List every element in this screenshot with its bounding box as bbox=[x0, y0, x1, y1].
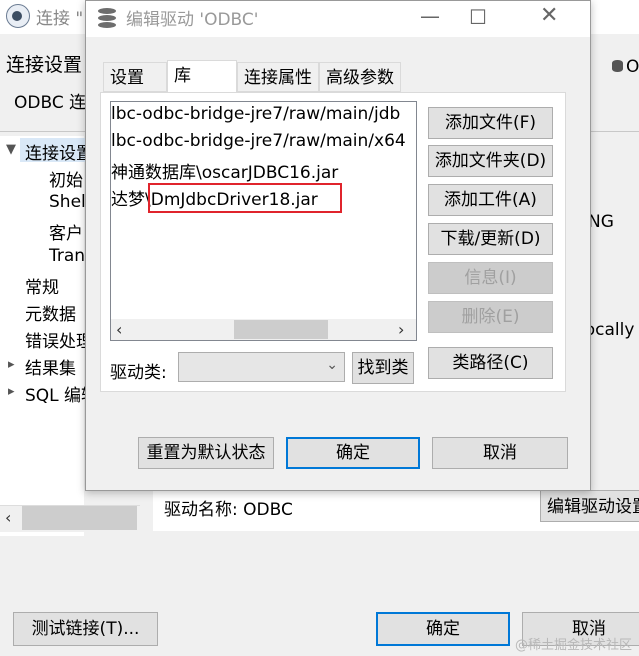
library-scroll-thumb[interactable] bbox=[234, 320, 328, 339]
classpath-button[interactable]: 类路径(C) bbox=[428, 347, 553, 379]
dialog-cancel-button[interactable]: 取消 bbox=[432, 437, 568, 469]
driver-name-row: 驱动名称: ODBC bbox=[164, 495, 293, 520]
database-icon bbox=[612, 60, 623, 72]
chevron-right-icon[interactable]: ▸ bbox=[8, 357, 15, 372]
tree-item-error-handling[interactable]: 错误处理 bbox=[25, 327, 93, 352]
scroll-left-icon[interactable]: ‹ bbox=[5, 508, 11, 527]
library-item[interactable]: 神通数据库\oscarJDBC16.jar bbox=[111, 158, 338, 183]
test-connection-button[interactable]: 测试链接(T)... bbox=[13, 612, 158, 646]
driver-name-value: ODBC bbox=[243, 500, 293, 520]
connection-settings-heading: 连接设置 bbox=[6, 54, 83, 76]
highlight-annotation bbox=[148, 183, 342, 213]
chevron-down-icon[interactable]: ▼ bbox=[6, 142, 16, 157]
add-artifact-button[interactable]: 添加工件(A) bbox=[428, 184, 553, 216]
find-class-button[interactable]: 找到类 bbox=[352, 352, 414, 384]
add-folder-button[interactable]: 添加文件夹(D) bbox=[428, 145, 553, 177]
maximize-icon[interactable]: ☐ bbox=[469, 5, 487, 29]
ok-button[interactable]: 确定 bbox=[376, 612, 510, 646]
setting-value-fragment: NG bbox=[588, 212, 614, 232]
scroll-right-icon[interactable]: › bbox=[398, 320, 404, 339]
tab-connection-properties[interactable]: 连接属性 bbox=[237, 62, 319, 92]
edit-driver-settings-button[interactable]: 编辑驱动设置 bbox=[540, 490, 639, 522]
tab-advanced-parameters[interactable]: 高级参数 bbox=[319, 62, 401, 92]
download-update-button[interactable]: 下载/更新(D) bbox=[428, 223, 553, 255]
info-button[interactable]: 信息(I) bbox=[428, 262, 553, 294]
connection-window-title: 连接 " bbox=[36, 9, 84, 29]
driver-class-label: 驱动类: bbox=[110, 363, 167, 383]
database-icon bbox=[98, 8, 116, 28]
connection-subheading: ODBC 连 bbox=[14, 93, 87, 113]
tree-item-shell[interactable]: Shel bbox=[49, 192, 86, 212]
tree-item-metadata[interactable]: 元数据 bbox=[25, 300, 76, 325]
chevron-down-icon[interactable]: ⌄ bbox=[326, 357, 338, 373]
chevron-right-icon[interactable]: ▸ bbox=[8, 384, 15, 399]
close-icon[interactable]: ✕ bbox=[540, 3, 558, 28]
driver-class-select[interactable]: ⌄ bbox=[178, 352, 345, 382]
tab-settings[interactable]: 设置 bbox=[103, 62, 167, 92]
app-logo-icon bbox=[6, 4, 30, 28]
tab-libraries[interactable]: 库 bbox=[167, 60, 237, 93]
driver-name-label: 驱动名称: bbox=[164, 500, 238, 520]
watermark: @稀土掘金技术社区 bbox=[515, 638, 633, 653]
library-list[interactable]: lbc-odbc-bridge-jre7/raw/main/jdb lbc-od… bbox=[110, 101, 417, 341]
tree-item-client[interactable]: 客户 bbox=[49, 219, 83, 244]
tree-item-init[interactable]: 初始 bbox=[49, 166, 83, 191]
db-type-fragment: O bbox=[626, 57, 639, 77]
tree-scroll-thumb[interactable] bbox=[22, 506, 137, 530]
tree-item-general[interactable]: 常规 bbox=[25, 273, 59, 298]
tree-item-result-sets[interactable]: 结果集 bbox=[25, 354, 76, 379]
reset-default-button[interactable]: 重置为默认状态 bbox=[138, 437, 274, 469]
delete-button[interactable]: 删除(E) bbox=[428, 301, 553, 333]
minimize-icon[interactable]: — bbox=[420, 4, 440, 28]
add-file-button[interactable]: 添加文件(F) bbox=[428, 107, 553, 139]
library-item[interactable]: lbc-odbc-bridge-jre7/raw/main/jdb bbox=[111, 104, 400, 124]
dialog-ok-button[interactable]: 确定 bbox=[286, 437, 420, 469]
library-item[interactable]: lbc-odbc-bridge-jre7/raw/main/x64 bbox=[111, 131, 406, 151]
tree-item-transactions[interactable]: Tran bbox=[49, 246, 85, 266]
tree-item-connection-settings[interactable]: 连接设置 bbox=[25, 139, 93, 164]
scroll-left-icon[interactable]: ‹ bbox=[116, 320, 122, 339]
dialog-title: 编辑驱动 'ODBC' bbox=[126, 10, 259, 30]
